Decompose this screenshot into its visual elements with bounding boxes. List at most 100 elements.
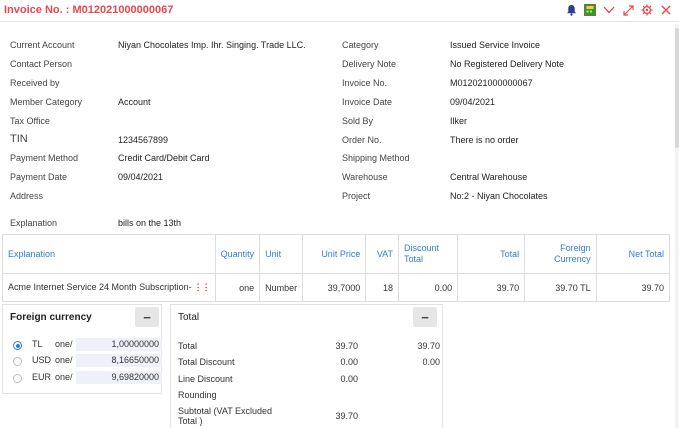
bell-icon[interactable] <box>564 3 578 17</box>
table-header-row: Explanation Quantity Unit Unit Price VAT… <box>2 234 671 274</box>
col-net-total[interactable]: Net Total <box>595 234 671 274</box>
currency-row[interactable]: TL one/ 1,00000000 <box>13 338 163 353</box>
col-vat[interactable]: VAT <box>365 234 399 274</box>
radio-button[interactable] <box>13 374 22 383</box>
col-quantity[interactable]: Quantity <box>214 234 261 274</box>
currency-row[interactable]: EUR one/ 9,69820000 <box>13 371 163 386</box>
totals-value: 0.00 <box>340 374 358 384</box>
currency-code: TL <box>32 339 43 349</box>
cell-foreign-currency: 39.70 TL <box>524 273 597 302</box>
close-icon[interactable] <box>659 3 673 17</box>
currency-rate: 8,16650000 <box>76 354 162 367</box>
info-row: TIN 1234567899 Order No. There is no ord… <box>0 133 679 149</box>
field-label: Category <box>342 40 379 50</box>
totals-row: Line Discount 0.00 <box>178 374 448 388</box>
field-value: 09/04/2021 <box>450 97 496 107</box>
radio-button[interactable] <box>13 341 22 350</box>
currency-code: EUR <box>32 372 52 382</box>
field-label: Current Account <box>10 40 75 50</box>
field-label: Address <box>10 191 44 201</box>
table-row[interactable]: Acme Internet Service 24 Month Subscript… <box>2 273 671 302</box>
field-label: Invoice Date <box>342 97 393 107</box>
info-row: Received by Invoice No. M012021000000067 <box>0 78 679 92</box>
totals-label: Rounding <box>178 390 217 400</box>
field-value: Account <box>118 97 151 107</box>
cell-quantity: one <box>214 273 261 302</box>
field-label: Contact Person <box>10 59 73 69</box>
calculator-icon[interactable] <box>583 3 597 17</box>
field-value: Ilker <box>450 116 468 126</box>
totals-value: 0.00 <box>422 357 440 367</box>
totals-label: Line Discount <box>178 374 233 384</box>
col-foreign-currency[interactable]: Foreign Currency <box>524 234 597 274</box>
field-label: Member Category <box>10 97 83 107</box>
chevron-down-icon[interactable] <box>602 3 616 17</box>
currency-code: USD <box>32 355 52 365</box>
cell-unit-price: 39,7000 <box>302 273 367 302</box>
currency-per: one/ <box>55 355 73 365</box>
col-total[interactable]: Total <box>457 234 526 274</box>
cell-net-total: 39.70 <box>595 273 671 302</box>
field-value: M012021000000067 <box>450 78 533 88</box>
info-row: Address Project No:2 - Niyan Chocolates <box>0 191 679 205</box>
cell-discount-total: 0.00 <box>397 273 459 302</box>
col-unit-price[interactable]: Unit Price <box>302 234 367 274</box>
window-header: Invoice No. : M012021000000067 <box>0 0 679 22</box>
header-toolbar <box>564 3 673 17</box>
currency-rate: 9,69820000 <box>76 371 162 384</box>
expand-icon[interactable] <box>621 3 635 17</box>
currency-row[interactable]: USD one/ 8,16650000 <box>13 354 163 369</box>
field-label: Received by <box>10 78 60 88</box>
totals-value: 39.70 <box>335 411 358 421</box>
currency-per: one/ <box>55 372 73 382</box>
field-label: Project <box>342 191 371 201</box>
field-label: TIN <box>10 133 28 145</box>
info-row: Explanation bills on the 13th <box>0 218 679 232</box>
field-label: Warehouse <box>342 172 388 182</box>
panel-title: Foreign currency <box>10 312 92 323</box>
collapse-button[interactable]: − <box>413 307 437 327</box>
col-discount-total[interactable]: Discount Total <box>397 234 459 274</box>
field-value: Niyan Chocolates Imp. Ihr. Singing. Trad… <box>118 40 306 50</box>
collapse-button[interactable]: − <box>135 307 159 327</box>
totals-label: Total Discount <box>178 357 235 367</box>
totals-row: Subtotal (VAT Excluded Total ) 39.70 <box>178 406 448 426</box>
cell-vat: 18 <box>365 273 399 302</box>
items-table: Explanation Quantity Unit Unit Price VAT… <box>2 234 671 302</box>
radio-button[interactable] <box>13 357 22 366</box>
field-value: Credit Card/Debit Card <box>118 153 210 163</box>
cell-unit: Number <box>259 273 304 302</box>
field-value: Issued Service Invoice <box>450 40 541 50</box>
col-unit[interactable]: Unit <box>259 234 304 274</box>
explanation-label: Explanation <box>10 218 58 228</box>
info-row: Tax Office Sold By Ilker <box>0 116 679 130</box>
field-label: Delivery Note <box>342 59 397 69</box>
row-menu-icon[interactable]: ⋮⋮ <box>194 282 211 292</box>
cell-explanation: Acme Internet Service 24 Month Subscript… <box>2 273 216 302</box>
totals-row: Total Discount 0.00 0.00 <box>178 357 448 371</box>
foreign-currency-panel: Foreign currency − TL one/ 1,00000000 US… <box>2 304 162 394</box>
totals-row: Total 39.70 39.70 <box>178 341 448 355</box>
col-explanation[interactable]: Explanation <box>2 234 216 274</box>
totals-value: 39.70 <box>417 341 440 351</box>
field-label: Sold By <box>342 116 374 126</box>
currency-rate: 1,00000000 <box>76 338 162 351</box>
info-row: Current Account Niyan Chocolates Imp. Ih… <box>0 40 679 54</box>
field-value: No:2 - Niyan Chocolates <box>450 191 548 201</box>
totals-panel: Total − Total 39.70 39.70 Total Discount… <box>170 304 443 428</box>
field-value: Central Warehouse <box>450 172 528 182</box>
info-row: Contact Person Delivery Note No Register… <box>0 59 679 73</box>
field-label: Order No. <box>342 135 382 145</box>
totals-row: Rounding <box>178 390 448 404</box>
totals-label: Subtotal (VAT Excluded Total ) <box>178 406 273 426</box>
invoice-title: Invoice No. : M012021000000067 <box>4 4 174 16</box>
gear-icon[interactable] <box>640 3 654 17</box>
totals-label: Total <box>178 341 198 351</box>
field-value: 1234567899 <box>118 135 169 145</box>
item-name: Acme Internet Service 24 Month Subscript… <box>8 282 192 292</box>
cell-total: 39.70 <box>457 273 526 302</box>
field-label: Payment Date <box>10 172 68 182</box>
field-value: No Registered Delivery Note <box>450 59 565 69</box>
field-label: Invoice No. <box>342 78 388 88</box>
field-label: Shipping Method <box>342 153 410 163</box>
